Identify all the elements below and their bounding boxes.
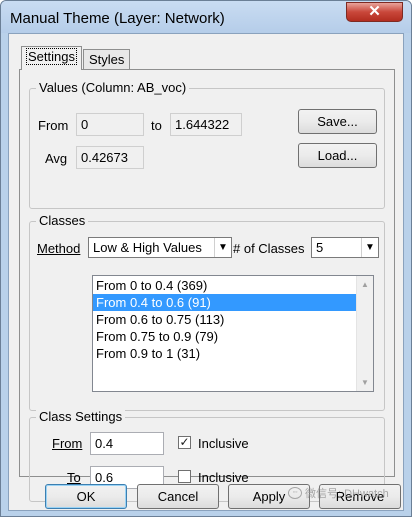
to-inclusive-checkbox[interactable]	[178, 470, 191, 483]
load-button[interactable]: Load...	[298, 143, 377, 168]
method-label: Method	[37, 241, 81, 256]
avg-label: Avg	[45, 151, 68, 166]
listbox-scrollbar[interactable]: ▲ ▼	[356, 276, 373, 391]
tab-settings[interactable]: Settings	[21, 46, 82, 70]
from-inclusive-checkbox[interactable]: ✓	[178, 436, 191, 449]
values-group: Values (Column: AB_voc) From 0 to 1.6443…	[29, 80, 385, 209]
chevron-down-icon: ▼	[361, 238, 378, 257]
title-bar[interactable]: Manual Theme (Layer: Network) ✕	[1, 1, 411, 33]
dialog-window: Manual Theme (Layer: Network) ✕ Settings…	[0, 0, 412, 517]
cancel-button[interactable]: Cancel	[137, 484, 219, 509]
list-item[interactable]: From 0.9 to 1 (31)	[93, 345, 373, 362]
to-label: to	[151, 118, 162, 133]
window-title: Manual Theme (Layer: Network)	[10, 10, 225, 27]
save-button[interactable]: Save...	[298, 109, 377, 134]
class-to-label-text: To	[67, 470, 81, 485]
avg-value-field: 0.42673	[76, 146, 144, 169]
classes-listbox[interactable]: From 0 to 0.4 (369) From 0.4 to 0.6 (91) F…	[92, 275, 374, 392]
to-value-field: 1.644322	[170, 113, 242, 136]
watermark-text: 微信号: DHwatch	[305, 488, 389, 500]
list-item[interactable]: From 0 to 0.4 (369)	[93, 277, 373, 294]
class-to-label: To	[67, 470, 81, 485]
classes-group: Classes Method Low & High Values ▼ # of …	[29, 213, 385, 411]
classes-group-title: Classes	[36, 213, 89, 228]
num-classes-dropdown[interactable]: 5 ▼	[311, 237, 379, 258]
ok-button[interactable]: OK	[45, 484, 127, 509]
list-item[interactable]: From 0.6 to 0.75 (113)	[93, 311, 373, 328]
method-dropdown-value: Low & High Values	[93, 240, 202, 255]
from-label: From	[38, 118, 69, 133]
from-inclusive-label: Inclusive	[198, 436, 249, 451]
list-item[interactable]: From 0.75 to 0.9 (79)	[93, 328, 373, 345]
from-value-field: 0	[76, 113, 144, 136]
dialog-client-area: Settings Styles Values (Column: AB_voc) …	[8, 33, 404, 511]
tab-settings-label: Settings	[26, 48, 77, 65]
num-classes-label: # of Classes	[233, 241, 305, 256]
list-item[interactable]: From 0.4 to 0.6 (91)	[93, 294, 373, 311]
close-button[interactable]: ✕	[346, 2, 403, 22]
class-from-input[interactable]: 0.4	[90, 432, 164, 455]
scroll-up-icon[interactable]: ▲	[357, 276, 373, 293]
tab-styles-label: Styles	[89, 52, 125, 67]
class-from-label: From	[52, 436, 82, 451]
settings-tab-panel: Values (Column: AB_voc) From 0 to 1.6443…	[19, 69, 395, 502]
to-inclusive-label: Inclusive	[198, 470, 249, 485]
tab-styles[interactable]: Styles	[83, 49, 131, 71]
close-icon: ✕	[368, 3, 381, 20]
classes-list: From 0 to 0.4 (369) From 0.4 to 0.6 (91) F…	[93, 276, 373, 362]
method-dropdown[interactable]: Low & High Values ▼	[88, 237, 232, 258]
scroll-down-icon[interactable]: ▼	[357, 374, 373, 391]
class-from-label-text: From	[52, 436, 83, 451]
watermark: ◦◦ 微信号: DHwatch	[288, 485, 389, 501]
class-settings-title: Class Settings	[36, 409, 126, 424]
values-group-title: Values (Column: AB_voc)	[36, 80, 190, 95]
wechat-icon: ◦◦	[288, 487, 302, 499]
num-classes-value: 5	[316, 240, 324, 255]
chevron-down-icon: ▼	[214, 238, 231, 257]
